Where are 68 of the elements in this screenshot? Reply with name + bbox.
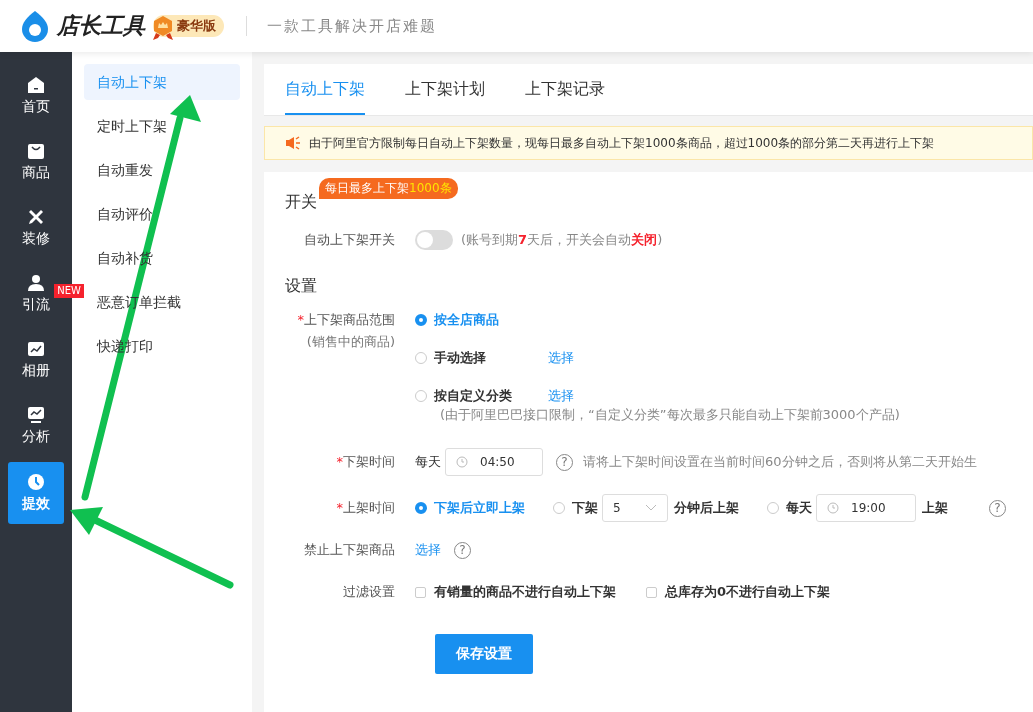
field-label: 禁止上下架商品 [303,541,396,559]
checkbox-label[interactable]: 总库存为0不进行自动上下架 [665,583,831,601]
field-label: 过滤设置 [342,583,396,601]
toggle-switch[interactable] [415,230,453,250]
radio-label[interactable]: 按自定义分类 [434,387,548,405]
limit-tag: 每日最多上下架1000条 [319,178,458,199]
logo-text: 店长工具 [57,12,145,40]
bag-icon [27,142,45,160]
radio-label[interactable]: 每天 [786,499,812,517]
nav-item[interactable]: 分析 [8,402,64,450]
notice-text: 由于阿里官方限制每日自动上下架数量，现每日最多自动上下架1000条商品，超过1000条的部分第二天再进行上下架 [309,134,935,152]
nav-label: 商品 [22,164,50,182]
select-link[interactable]: 选择 [548,349,574,367]
tab[interactable]: 上下架计划 [405,64,485,115]
nav-label: 引流 [22,296,50,314]
radio-label[interactable]: 手动选择 [434,349,548,367]
submenu-item[interactable]: 自动重发 [84,152,240,188]
suffix-text: 分钟后上架 [674,499,739,517]
edition-label: 豪华版 [177,17,216,35]
tab[interactable]: 上下架记录 [525,64,605,115]
clock-icon [827,502,839,514]
nav-item[interactable]: 商品 [8,138,64,186]
nav-item[interactable]: 装修 [8,204,64,252]
submenu-item[interactable]: 定时上下架 [84,108,240,144]
switch-hint: (账号到期7天后，开关会自动关闭) [461,231,663,249]
nav-label: 提效 [22,495,50,513]
radio-label[interactable]: 下架 [572,499,598,517]
select-link[interactable]: 选择 [548,387,574,405]
nav-label: 分析 [22,428,50,446]
prefix-text: 每天 [415,453,441,471]
new-badge: NEW [54,284,84,298]
checkbox[interactable] [646,586,657,598]
suffix-text: 上架 [922,499,948,517]
nav-item[interactable]: 相册 [8,336,64,384]
monitor-chart-icon [27,406,45,424]
section-title: 设置 [285,276,318,297]
minutes-select[interactable]: 5 [602,494,668,522]
clock-icon [27,473,45,491]
medal-icon [151,15,175,41]
time-field[interactable]: 04:50 [445,448,543,476]
home-icon [27,76,45,94]
clock-icon [456,456,468,468]
checkbox-label[interactable]: 有销量的商品不进行自动上下架 [434,583,616,601]
nav-label: 相册 [22,362,50,380]
field-label: *上下架商品范围 [297,311,395,329]
chevron-down-icon [645,504,657,512]
field-label: 自动上下架开关 [303,231,396,249]
nav-label: 装修 [22,230,50,248]
checkbox[interactable] [415,586,426,598]
section-title: 开关 [285,192,317,213]
select-link[interactable]: 选择 [415,541,441,559]
speaker-icon [285,136,301,150]
nav-item[interactable]: 首页 [8,72,64,120]
logo-icon [19,9,51,43]
radio-button[interactable] [415,314,427,326]
tools-icon [27,208,45,226]
person-icon [27,274,45,292]
photo-icon [27,340,45,358]
field-label: *下架时间 [335,453,396,471]
field-label: *上架时间 [335,499,396,517]
range-note: (由于阿里巴巴接口限制，“自定义分类”每次最多只能自动上下架前3000个产品) [440,406,900,424]
nav-label: 首页 [22,98,50,116]
field-sublabel: (销售中的商品) [306,333,395,351]
submenu-item[interactable]: 自动评价 [84,196,240,232]
time-hint: 请将上下架时间设置在当前时间60分钟之后，否则将从第二天开始生 [583,453,977,471]
slogan: 一款工具解决开店难题 [267,16,437,36]
radio-button[interactable] [415,502,427,514]
time-field[interactable]: 19:00 [816,494,916,522]
